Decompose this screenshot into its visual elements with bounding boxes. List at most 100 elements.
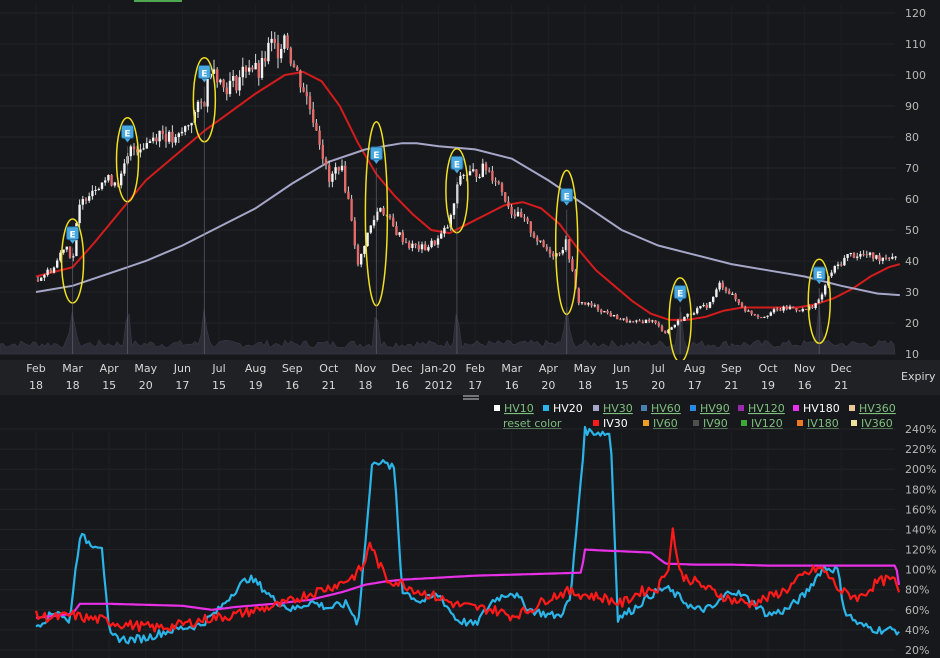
candle-body bbox=[446, 227, 449, 229]
candle-body bbox=[344, 165, 347, 192]
candle-body bbox=[257, 62, 260, 78]
legend-swatch bbox=[494, 405, 500, 411]
candle-body bbox=[168, 131, 171, 142]
candle-body bbox=[225, 87, 228, 95]
candle-body bbox=[635, 320, 638, 322]
candle-body bbox=[366, 232, 369, 247]
volatility-y-tick: 220% bbox=[905, 443, 936, 456]
candle-body bbox=[875, 255, 878, 259]
candle-body bbox=[622, 318, 625, 320]
candle-body bbox=[587, 303, 590, 305]
candle-body bbox=[644, 319, 648, 324]
candle-body bbox=[184, 126, 187, 132]
candle-body bbox=[321, 144, 324, 159]
candle-body bbox=[718, 282, 721, 290]
candle-body bbox=[228, 80, 232, 95]
candle-body bbox=[552, 253, 555, 257]
candle-body bbox=[113, 182, 116, 186]
legend-label: IV180 bbox=[807, 417, 839, 430]
candle-body bbox=[507, 201, 510, 207]
candle-body bbox=[830, 272, 833, 277]
price-y-tick: 30 bbox=[905, 286, 919, 299]
candle-body bbox=[139, 149, 142, 153]
candle-body bbox=[568, 239, 571, 260]
candle-body bbox=[606, 311, 609, 314]
candle-body bbox=[356, 245, 360, 265]
legend-label: HV360 bbox=[859, 402, 896, 415]
price-y-tick: 40 bbox=[905, 255, 919, 268]
candle-body bbox=[852, 252, 856, 258]
candle-body bbox=[494, 180, 497, 182]
candle-body bbox=[750, 310, 753, 314]
candle-body bbox=[372, 219, 376, 226]
month-day-label: 19 bbox=[249, 379, 263, 392]
top-accent-bar bbox=[134, 0, 182, 2]
candle-body bbox=[174, 137, 177, 143]
legend-item-reset-color[interactable]: reset color bbox=[503, 417, 562, 430]
candle-body bbox=[161, 130, 164, 134]
candle-body bbox=[392, 217, 395, 227]
month-day-label: 18 bbox=[29, 379, 43, 392]
candle-body bbox=[484, 163, 488, 171]
candle-body bbox=[561, 249, 564, 254]
candle-body bbox=[856, 256, 859, 258]
candle-body bbox=[68, 246, 72, 258]
earnings-badge-letter: E bbox=[564, 193, 570, 203]
candle-body bbox=[785, 306, 788, 309]
volatility-y-tick: 60% bbox=[905, 604, 929, 617]
candle-body bbox=[388, 215, 392, 218]
month-day-label: 17 bbox=[175, 379, 189, 392]
candle-body bbox=[811, 306, 814, 309]
month-day-label: 21 bbox=[724, 379, 738, 392]
candle-body bbox=[696, 308, 699, 314]
candle-body bbox=[363, 246, 366, 254]
month-label: Nov bbox=[355, 362, 377, 375]
candle-body bbox=[353, 220, 356, 246]
candle-body bbox=[283, 35, 286, 49]
month-day-label: 16 bbox=[285, 379, 299, 392]
candle-body bbox=[532, 232, 536, 238]
earnings-badge-letter: E bbox=[70, 231, 76, 241]
month-label: Jun bbox=[173, 362, 191, 375]
candle-body bbox=[862, 253, 865, 255]
candle-body bbox=[632, 321, 635, 323]
candle-body bbox=[395, 226, 398, 236]
candle-body bbox=[312, 109, 315, 123]
expiry-label[interactable]: Expiry bbox=[901, 370, 936, 383]
month-day-label: 17 bbox=[688, 379, 702, 392]
candle-body bbox=[318, 130, 321, 145]
candle-body bbox=[497, 181, 500, 184]
candle-body bbox=[756, 315, 760, 318]
legend-swatch bbox=[593, 405, 599, 411]
candle-body bbox=[36, 279, 40, 281]
month-day-label: 17 bbox=[468, 379, 482, 392]
candle-body bbox=[187, 125, 190, 127]
volatility-y-tick: 200% bbox=[905, 463, 936, 476]
candle-body bbox=[401, 232, 404, 242]
candle-body bbox=[452, 203, 456, 215]
candle-body bbox=[148, 141, 152, 144]
candle-body bbox=[571, 259, 574, 271]
legend-swatch bbox=[741, 420, 747, 426]
price-y-tick: 60 bbox=[905, 193, 919, 206]
candle-body bbox=[737, 299, 740, 303]
candle-body bbox=[254, 62, 257, 70]
candle-body bbox=[222, 79, 225, 88]
candle-body bbox=[478, 176, 481, 178]
candle-body bbox=[580, 302, 584, 304]
candle-body bbox=[849, 252, 852, 255]
volatility-y-tick: 180% bbox=[905, 483, 936, 496]
month-day-label: 18 bbox=[578, 379, 592, 392]
candle-body bbox=[289, 48, 292, 64]
candle-body bbox=[305, 91, 308, 97]
candle-body bbox=[804, 309, 808, 311]
earnings-badge-letter: E bbox=[816, 271, 822, 281]
legend-label: HV120 bbox=[748, 402, 785, 415]
candle-body bbox=[776, 309, 779, 311]
candle-body bbox=[81, 199, 84, 205]
candle-body bbox=[824, 285, 827, 295]
month-label: Jul bbox=[651, 362, 665, 375]
chart-stage: E E E E E E E E 10 20 30 40 50 60 70 80 90 100 110 120 Feb… bbox=[0, 0, 940, 658]
month-day-label: 16 bbox=[798, 379, 812, 392]
month-label: Jan-20 bbox=[420, 362, 456, 375]
